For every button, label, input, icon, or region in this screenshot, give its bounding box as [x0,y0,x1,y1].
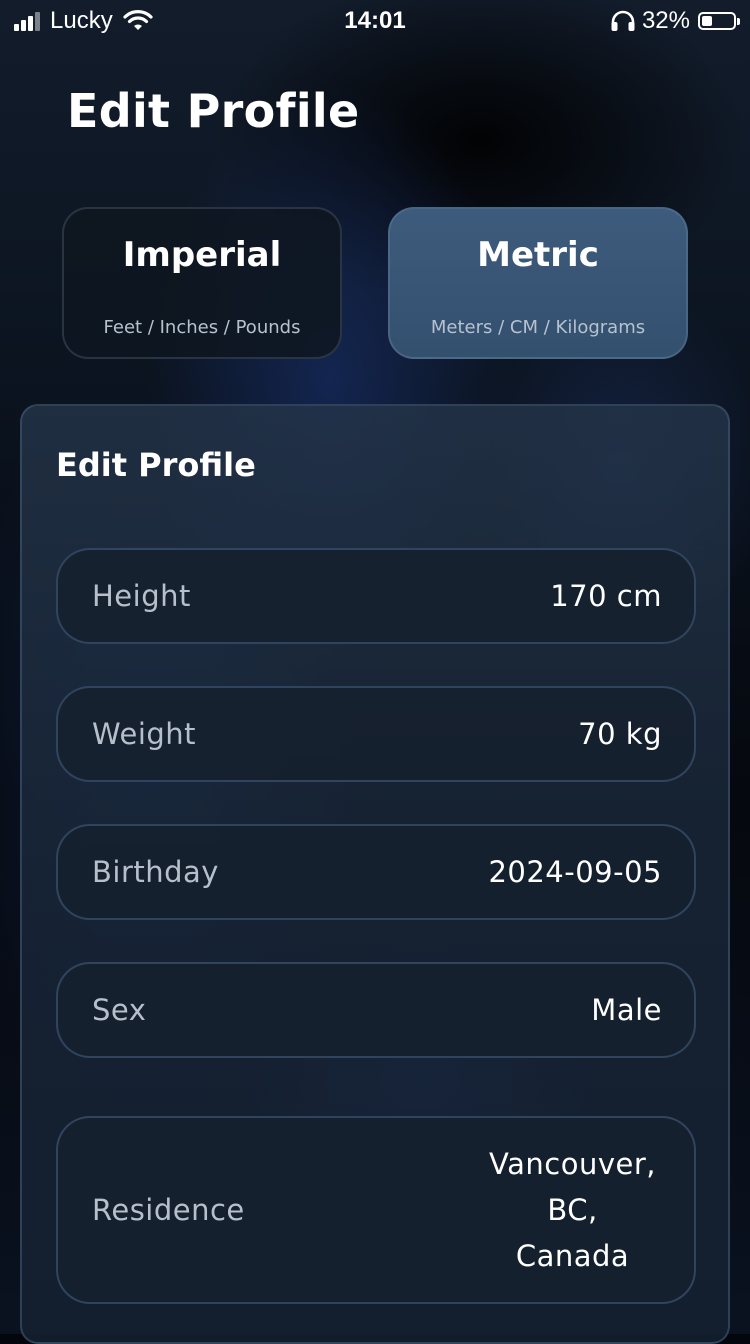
unit-option-title: Imperial [122,235,282,275]
battery-icon [698,12,740,30]
unit-option-metric[interactable]: Metric Meters / CM / Kilograms [388,207,688,359]
headphones-icon [611,10,635,31]
height-field[interactable]: Height 170 cm [56,548,696,644]
field-value: 70 kg [578,717,662,751]
panel-title: Edit Profile [56,446,256,484]
residence-field[interactable]: Residence Vancouver, BC, Canada [56,1116,696,1304]
unit-option-subtitle: Feet / Inches / Pounds [103,317,301,338]
battery-fill [702,16,712,26]
field-label: Residence [92,1193,245,1227]
residence-line: Canada [515,1239,630,1273]
field-label: Birthday [92,855,219,889]
field-value: 2024-09-05 [488,855,662,889]
field-label: Sex [92,993,147,1027]
field-value: Male [591,993,662,1027]
weight-field[interactable]: Weight 70 kg [56,686,696,782]
field-value: 170 cm [550,579,662,613]
unit-option-title: Metric [477,235,599,275]
field-label: Height [92,579,191,613]
residence-line: BC, [547,1193,598,1227]
sex-field[interactable]: Sex Male [56,962,696,1058]
birthday-field[interactable]: Birthday 2024-09-05 [56,824,696,920]
profile-panel: Edit Profile Height 170 cm Weight 70 kg … [20,404,730,1344]
unit-option-subtitle: Meters / CM / Kilograms [430,317,646,338]
field-label: Weight [92,717,197,751]
page-title: Edit Profile [67,84,360,138]
unit-option-imperial[interactable]: Imperial Feet / Inches / Pounds [62,207,342,359]
residence-line: Vancouver, [489,1147,656,1181]
field-value: Vancouver, BC, Canada [489,1141,656,1279]
status-bar: Lucky 14:01 32% [0,0,750,42]
battery-percent: 32% [641,7,690,34]
status-right: 32% [610,7,740,35]
